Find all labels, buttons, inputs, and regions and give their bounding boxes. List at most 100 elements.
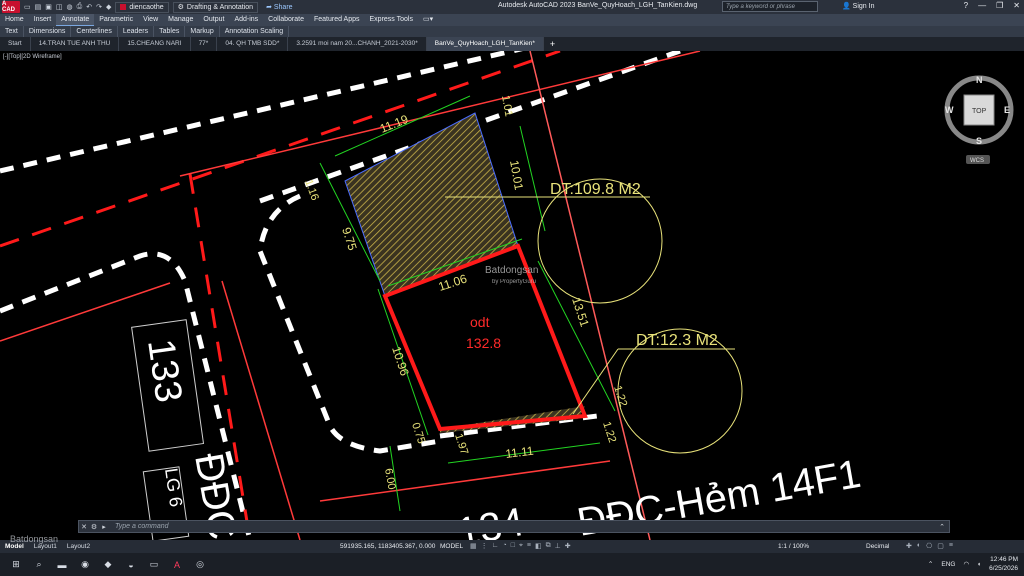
lineweight-icon[interactable]: ≡ bbox=[527, 542, 531, 550]
units-dropdown[interactable]: Decimal bbox=[866, 543, 889, 550]
ribbon-panel-tables[interactable]: Tables bbox=[154, 26, 186, 37]
document-tab[interactable]: Start bbox=[0, 37, 31, 51]
workspace-name: Drafting & Annotation bbox=[186, 3, 254, 11]
wifi-icon[interactable]: ◠ bbox=[963, 560, 969, 568]
sign-in-label: Sign In bbox=[852, 3, 875, 10]
web-icon[interactable]: ◍ bbox=[67, 3, 73, 11]
ribbon-panel-centerlines[interactable]: Centerlines bbox=[71, 26, 118, 37]
ribbon-tab-manage[interactable]: Manage bbox=[163, 14, 198, 26]
dim-text-3: 1.01 bbox=[499, 94, 515, 117]
settings-icon[interactable]: ⚙ bbox=[89, 523, 99, 531]
ribbon-tab-featured-apps[interactable]: Featured Apps bbox=[309, 14, 365, 26]
hardware-acceleration-icon[interactable]: ⎔ bbox=[926, 542, 932, 550]
layer-dropdown[interactable]: diencaothe bbox=[115, 1, 169, 13]
search-icon[interactable]: ⌕ bbox=[32, 558, 46, 572]
minimize-icon[interactable]: — bbox=[978, 1, 986, 10]
polar-icon[interactable]: ◔ bbox=[502, 542, 506, 550]
open-file-icon[interactable]: ▤ bbox=[35, 3, 42, 11]
viewport-controls-label[interactable]: [-][Top][2D Wireframe] bbox=[3, 54, 62, 60]
area-label-2: DT:12.3 M2 bbox=[636, 332, 718, 349]
document-tab[interactable]: 14.TRAN TUE ANH THU bbox=[31, 37, 120, 51]
ribbon-tab-parametric[interactable]: Parametric bbox=[94, 14, 138, 26]
windows-taskbar: ⊞ ⌕ ▬ ◉ ◆ ◒ ▭ A ◎ ⌃ ENG ◠ ◖ 12:46 PM 6/2… bbox=[0, 553, 1024, 576]
command-line[interactable]: ✕ ⚙ ▸ Type a command ⌃ bbox=[78, 520, 950, 533]
ribbon-tab-add-ins[interactable]: Add-ins bbox=[229, 14, 263, 26]
undo-icon[interactable]: ↶ bbox=[86, 3, 92, 11]
snap-icon[interactable]: ⋮ bbox=[481, 542, 488, 550]
area-label-1: DT:109.8 M2 bbox=[550, 181, 641, 198]
ribbon-tab-insert[interactable]: Insert bbox=[29, 14, 57, 26]
windows-start-icon[interactable]: ⊞ bbox=[9, 558, 23, 572]
document-tab[interactable]: 15.CHEANG NARI bbox=[119, 37, 191, 51]
ribbon-tab-home[interactable]: Home bbox=[0, 14, 29, 26]
model-space-toggle[interactable]: MODEL bbox=[440, 543, 463, 550]
new-file-icon[interactable]: ▭ bbox=[24, 3, 31, 11]
coordinates-readout: 591935.165, 1183405.367, 0.000 bbox=[340, 543, 436, 550]
drawing-viewport[interactable]: 11.19 10.01 1.01 1.16 9.75 11.06 13.51 1… bbox=[0, 51, 1024, 540]
customization-icon[interactable]: ≡ bbox=[949, 542, 953, 550]
autocad-taskbar-icon[interactable]: A bbox=[170, 558, 184, 572]
workspace-dropdown[interactable]: ⚙ Drafting & Annotation bbox=[172, 1, 259, 13]
edge-icon[interactable]: ◒ bbox=[124, 558, 138, 572]
folder-icon[interactable]: ▭ bbox=[147, 558, 161, 572]
close-icon[interactable]: ✕ bbox=[1013, 1, 1020, 10]
viewcube[interactable]: TOP N S E W WCS bbox=[944, 75, 1014, 164]
isolate-icon[interactable]: ◐ bbox=[917, 542, 921, 550]
command-input[interactable]: Type a command bbox=[115, 523, 169, 530]
selection-cycling-icon[interactable]: ⧉ bbox=[546, 542, 551, 550]
print-icon[interactable]: ⎙ bbox=[77, 3, 83, 11]
document-tab[interactable]: BanVe_QuyHoach_LGH_TanKien* bbox=[426, 37, 544, 51]
clean-screen-icon[interactable]: ▢ bbox=[937, 542, 944, 550]
file-explorer-icon[interactable]: ▬ bbox=[55, 558, 69, 572]
save-as-icon[interactable]: ◫ bbox=[56, 3, 63, 11]
document-tab[interactable]: 77* bbox=[191, 37, 218, 51]
annotation-monitor-icon[interactable]: ✚ bbox=[565, 542, 571, 550]
chevron-up-icon[interactable]: ⌃ bbox=[928, 560, 933, 568]
search-input[interactable]: Type a keyword or phrase bbox=[722, 1, 818, 12]
chrome-taskbar-icon[interactable]: ◎ bbox=[193, 558, 207, 572]
ribbon-panel-dimensions[interactable]: Dimensions bbox=[24, 26, 72, 37]
grid-icon[interactable]: ▦ bbox=[470, 542, 477, 550]
transparency-icon[interactable]: ◧ bbox=[535, 542, 542, 550]
ortho-icon[interactable]: ∟ bbox=[492, 542, 499, 550]
dim-line-right-lower bbox=[537, 260, 616, 412]
document-tab[interactable]: 3.2591 moi nam 20...CHANH_2021-2030* bbox=[288, 37, 427, 51]
otrack-icon[interactable]: ⌖ bbox=[519, 542, 523, 550]
clock[interactable]: 12:46 PM 6/25/2026 bbox=[989, 555, 1018, 573]
chrome-icon[interactable]: ◉ bbox=[78, 558, 92, 572]
drawing-canvas[interactable]: 11.19 10.01 1.01 1.16 9.75 11.06 13.51 1… bbox=[0, 51, 1024, 540]
save-icon[interactable]: ▣ bbox=[45, 3, 52, 11]
quick-properties-icon[interactable]: ✚ bbox=[906, 542, 912, 550]
dim-text-5: 9.75 bbox=[339, 226, 360, 253]
document-tab[interactable]: 04. QH TMB SDD* bbox=[217, 37, 289, 51]
ribbon-panel-markup[interactable]: Markup bbox=[185, 26, 220, 37]
language-indicator[interactable]: ENG bbox=[941, 561, 955, 568]
osnap-icon[interactable]: □ bbox=[511, 542, 515, 550]
chevron-up-icon[interactable]: ⌃ bbox=[939, 523, 945, 531]
ribbon-tab-view[interactable]: View bbox=[138, 14, 163, 26]
help-icon[interactable]: ? bbox=[964, 1, 968, 10]
share-button[interactable]: ➦ Share bbox=[266, 3, 293, 11]
restore-icon[interactable]: ❐ bbox=[996, 1, 1003, 10]
ribbon-tab-annotate[interactable]: Annotate bbox=[56, 14, 95, 26]
ribbon-tab-collaborate[interactable]: Collaborate bbox=[263, 14, 309, 26]
ribbon-panel-text[interactable]: Text bbox=[0, 26, 24, 37]
layer-icon[interactable]: ◆ bbox=[106, 3, 111, 11]
ribbon-tab-express-tools[interactable]: Express Tools bbox=[365, 14, 418, 26]
sign-in-button[interactable]: 👤 Sign In bbox=[842, 2, 874, 10]
new-tab-icon[interactable]: + bbox=[544, 39, 561, 49]
annotation-scale[interactable]: 1:1 / 100% bbox=[778, 543, 809, 550]
close-icon[interactable]: ✕ bbox=[79, 523, 89, 531]
volume-icon[interactable]: ◖ bbox=[977, 561, 981, 568]
media-icon[interactable]: ◆ bbox=[101, 558, 115, 572]
ribbon-panel-annotation-scaling[interactable]: Annotation Scaling bbox=[220, 26, 290, 37]
ribbon-minimize-icon[interactable]: ▭▾ bbox=[418, 14, 438, 26]
dim-text-13: 1.22 bbox=[600, 420, 618, 444]
autocad-logo-icon[interactable]: A CAD bbox=[2, 1, 20, 13]
ribbon-tabs: Home Insert Annotate Parametric View Manage Ou… bbox=[0, 14, 1024, 26]
redo-icon[interactable]: ↷ bbox=[96, 3, 102, 11]
ribbon-panel-leaders[interactable]: Leaders bbox=[118, 26, 155, 37]
dynamic-ucs-icon[interactable]: ⊥ bbox=[555, 542, 561, 550]
quick-access-toolbar: ▭ ▤ ▣ ◫ ◍ ⎙ ↶ ↷ ◆ bbox=[24, 3, 111, 11]
ribbon-tab-output[interactable]: Output bbox=[198, 14, 229, 26]
